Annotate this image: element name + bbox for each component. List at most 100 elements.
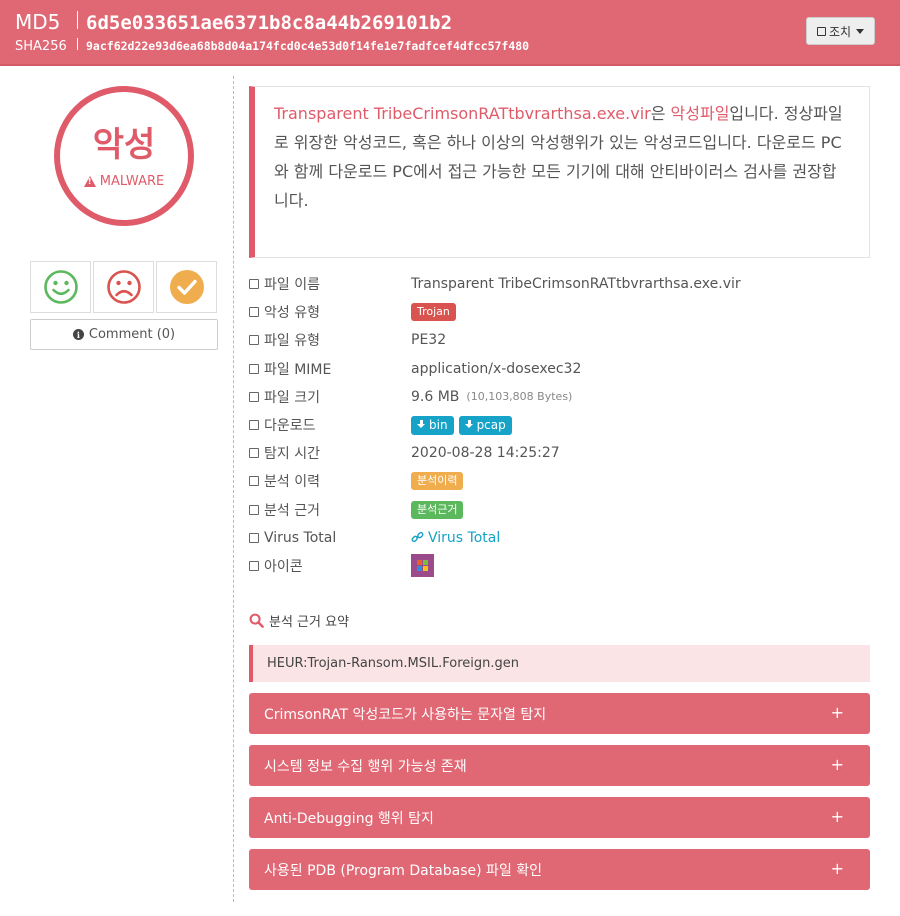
column-divider [233,76,234,902]
summary-heading-text: 분석 근거 요약 [269,615,350,630]
verdict-description: Transparent TribeCrimsonRATtbvrarthsa.ex… [249,86,870,258]
verdict-title: 악성 [92,124,156,165]
info-row-basis: 분석 근거 분석근거 [249,496,869,524]
search-icon [249,613,264,628]
info-row-mime: 파일 MIME application/x-dosexec32 [249,355,869,383]
info-label: 파일 이름 [264,277,320,294]
file-type-value: PE32 [411,332,447,349]
accordion-item[interactable]: 사용된 PDB (Program Database) 파일 확인 + [249,849,870,890]
info-label: 파일 유형 [264,333,320,350]
detect-time-value: 2020-08-28 14:25:27 [411,445,560,462]
info-label: 분석 근거 [264,502,320,519]
filename-value: Transparent TribeCrimsonRATtbvrarthsa.ex… [411,276,741,293]
verdict-subtitle: MALWARE [83,173,165,189]
app-icon [411,554,434,578]
info-label: Virus Total [264,529,337,546]
description-particle: 은 [650,104,671,123]
info-row-download: 다운로드 bin pcap [249,411,869,439]
checkbox-icon [249,532,259,543]
malware-type-badge: Trojan [411,303,456,322]
warning-icon [83,175,96,187]
info-row-file-type: 파일 유형 PE32 [249,326,869,354]
info-row-filename: 파일 이름 Transparent TribeCrimsonRATtbvrart… [249,270,869,298]
history-badge-button[interactable]: 분석이력 [411,472,464,491]
info-label: 다운로드 [264,418,316,435]
caret-down-icon [856,28,865,34]
download-bin-label: bin [429,417,448,432]
separator [77,11,78,29]
accordion-title: 사용된 PDB (Program Database) 파일 확인 [264,862,543,879]
virustotal-link[interactable]: Virus Total [411,530,500,546]
checkbox-icon [249,279,259,290]
checkbox-icon [249,391,259,402]
info-label: 파일 MIME [264,361,332,378]
download-bin-button[interactable]: bin [411,415,454,435]
md5-value: 6d5e033651ae6371b8c8a44b269101b2 [86,12,453,34]
accordion-item[interactable]: Anti-Debugging 행위 탐지 + [249,797,870,838]
accordion-title: CrimsonRAT 악성코드가 사용하는 문자열 탐지 [264,706,547,723]
download-icon [464,420,474,430]
checkbox-icon [249,363,259,374]
download-pcap-label: pcap [476,417,506,432]
vote-good-button[interactable] [30,261,91,313]
download-icon [417,420,426,430]
link-icon [411,532,424,543]
verdict-subtitle-text: MALWARE [99,173,165,189]
accordion-title: Anti-Debugging 행위 탐지 [264,810,434,827]
md5-label: MD5 [15,10,61,34]
vote-bad-button[interactable] [93,261,154,313]
md5-row: MD5 6d5e033651ae6371b8c8a44b269101b2 [15,10,452,34]
virustotal-link-text: Virus Total [428,529,501,546]
basis-badge-button[interactable]: 분석근거 [411,500,464,519]
info-icon: i [72,329,84,340]
info-label: 악성 유형 [264,305,320,322]
checkbox-icon [249,420,259,431]
sha256-row: SHA256 9acf62d22e93d6ea68b8d04a174fcd0c4… [15,38,529,54]
detection-name: HEUR:Trojan-Ransom.MSIL.Foreign.gen [249,645,870,682]
info-row-size: 파일 크기 9.6 MB (10,103,808 Bytes) [249,383,869,411]
vote-confirm-button[interactable] [156,261,217,313]
file-info-table: 파일 이름 Transparent TribeCrimsonRATtbvrart… [249,270,869,580]
summary-heading: 분석 근거 요약 [249,611,349,630]
description-filename: Transparent TribeCrimsonRATtbvrarthsa.ex… [274,104,651,123]
info-row-icon: 아이콘 [249,552,869,580]
info-row-detect-time: 탐지 시간 2020-08-28 14:25:27 [249,439,869,467]
separator [77,38,78,50]
action-label: 조치 [828,24,852,39]
sha256-label: SHA256 [15,39,67,54]
check-circle-icon [169,270,204,304]
plus-icon: + [830,703,844,722]
checkbox-icon [249,560,259,571]
checkbox-icon [249,335,259,346]
size-bytes: (10,103,808 Bytes) [466,390,573,404]
mime-value: application/x-dosexec32 [411,360,582,377]
verdict-badge: 악성 MALWARE [54,86,194,226]
plus-icon: + [830,859,844,878]
header-bar: MD5 6d5e033651ae6371b8c8a44b269101b2 SHA… [0,0,900,66]
comment-label: Comment (0) [88,327,176,342]
info-label: 분석 이력 [264,474,320,491]
plus-icon: + [830,807,844,826]
info-row-history: 분석 이력 분석이력 [249,467,869,495]
checkbox-icon [249,448,259,459]
plus-icon: + [830,755,844,774]
accordion-item[interactable]: 시스템 정보 수집 행위 가능성 존재 + [249,745,870,786]
detection-name-text: HEUR:Trojan-Ransom.MSIL.Foreign.gen [267,656,519,671]
checkbox-icon [249,476,259,487]
sha256-value: 9acf62d22e93d6ea68b8d04a174fcd0c4e53d0f1… [86,39,530,53]
download-pcap-button[interactable]: pcap [458,415,512,435]
info-label: 탐지 시간 [264,446,320,463]
checkbox-icon [249,504,259,515]
size-value: 9.6 MB [411,388,460,405]
info-row-virustotal: Virus Total Virus Total [249,524,869,552]
smile-icon [43,270,78,304]
comment-button[interactable]: i Comment (0) [30,319,218,350]
accordion-title: 시스템 정보 수집 행위 가능성 존재 [264,758,467,775]
action-dropdown-button[interactable]: 조치 [806,17,875,45]
info-label: 파일 크기 [264,389,320,406]
description-verdict-word: 악성파일 [670,104,730,123]
checkbox-icon [249,307,259,318]
info-label: 아이콘 [264,558,303,575]
accordion-item[interactable]: CrimsonRAT 악성코드가 사용하는 문자열 탐지 + [249,693,870,734]
info-row-malware-type: 악성 유형 Trojan [249,298,869,326]
